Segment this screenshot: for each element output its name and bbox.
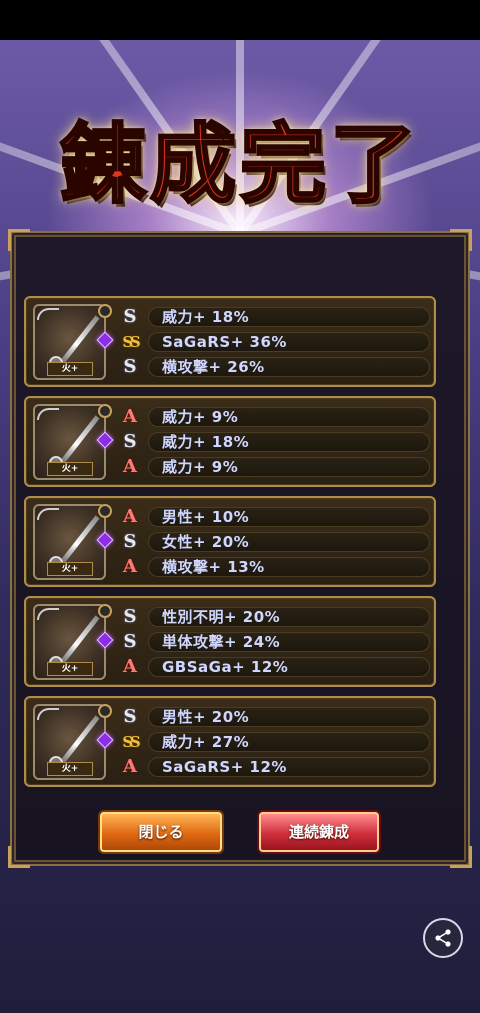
stat-label: 性別不明+ 20% xyxy=(162,608,281,626)
stat-row: SS 威力+ 27% xyxy=(118,731,430,753)
frame-corner xyxy=(450,846,472,868)
rank-s-icon: S xyxy=(123,606,137,627)
weapon-thumbnail: 火+ xyxy=(33,704,106,780)
weapon-thumbnail: 火+ xyxy=(33,304,106,380)
stat-label: 威力+ 18% xyxy=(162,433,250,451)
stat-row: S 女性+ 20% xyxy=(118,531,430,553)
stat-row: A 威力+ 9% xyxy=(118,406,430,428)
wing-ornament-icon xyxy=(37,408,59,420)
repeat-forge-button[interactable]: 連続錬成 xyxy=(259,812,379,852)
stat-row: S 横攻撃+ 26% xyxy=(118,356,430,378)
stat-label: 威力+ 9% xyxy=(162,458,239,476)
rank-badge-icon xyxy=(98,504,112,518)
wing-ornament-icon xyxy=(37,508,59,520)
stat-row: A 横攻撃+ 13% xyxy=(118,556,430,578)
stat-label: SaGaRS+ 12% xyxy=(162,758,287,776)
stat-label: 横攻撃+ 13% xyxy=(162,558,265,576)
status-bar xyxy=(0,0,480,40)
stat-row: S 性別不明+ 20% xyxy=(118,606,430,628)
rank-a-icon: A xyxy=(123,506,137,527)
frame-corner xyxy=(8,229,30,251)
stat-row: A SaGaRS+ 12% xyxy=(118,756,430,778)
weapon-result-card[interactable]: 火+ S 男性+ 20% SS 威力+ 27% A SaGaRS+ 12% xyxy=(24,696,436,787)
rank-badge-icon xyxy=(98,404,112,418)
stat-row: S 威力+ 18% xyxy=(118,431,430,453)
wing-ornament-icon xyxy=(37,608,59,620)
stat-row: S 単体攻撃+ 24% xyxy=(118,631,430,653)
rank-ss-icon: SS xyxy=(122,733,140,751)
weapon-result-card[interactable]: 火+ A 威力+ 9% S 威力+ 18% A 威力+ 9% xyxy=(24,396,436,487)
stat-label: 男性+ 20% xyxy=(162,708,250,726)
stat-row: S 男性+ 20% xyxy=(118,706,430,728)
weapon-thumbnail: 火+ xyxy=(33,404,106,480)
weapon-result-card[interactable]: 火+ S 性別不明+ 20% S 単体攻撃+ 24% A GBSaGa+ 12% xyxy=(24,596,436,687)
stat-label: 男性+ 10% xyxy=(162,508,250,526)
rank-badge-icon xyxy=(98,704,112,718)
rank-a-icon: A xyxy=(123,406,137,427)
rank-s-icon: S xyxy=(123,531,137,552)
element-tag: 火+ xyxy=(47,462,93,476)
weapon-thumbnail: 火+ xyxy=(33,604,106,680)
share-icon xyxy=(435,929,451,947)
rank-badge-icon xyxy=(98,304,112,318)
share-button[interactable] xyxy=(423,918,463,958)
stat-label: 威力+ 9% xyxy=(162,408,239,426)
rank-a-icon: A xyxy=(123,456,137,477)
rank-ss-icon: SS xyxy=(122,333,140,351)
rank-s-icon: S xyxy=(123,706,137,727)
element-tag: 火+ xyxy=(47,562,93,576)
result-title: 錬成完了 xyxy=(59,113,420,217)
stat-label: GBSaGa+ 12% xyxy=(162,658,289,676)
rank-a-icon: A xyxy=(123,556,137,577)
rank-a-icon: A xyxy=(123,656,137,677)
element-tag: 火+ xyxy=(47,362,93,376)
wing-ornament-icon xyxy=(37,308,59,320)
stat-row: S 威力+ 18% xyxy=(118,306,430,328)
element-tag: 火+ xyxy=(47,662,93,676)
rank-badge-icon xyxy=(98,604,112,618)
weapon-thumbnail: 火+ xyxy=(33,504,106,580)
stat-label: 横攻撃+ 26% xyxy=(162,358,265,376)
stat-label: 単体攻撃+ 24% xyxy=(162,633,281,651)
stat-row: A 男性+ 10% xyxy=(118,506,430,528)
stat-label: 威力+ 18% xyxy=(162,308,250,326)
stat-label: 女性+ 20% xyxy=(162,533,250,551)
rank-s-icon: S xyxy=(123,306,137,327)
rank-s-icon: S xyxy=(123,431,137,452)
wing-ornament-icon xyxy=(37,708,59,720)
stat-row: A GBSaGa+ 12% xyxy=(118,656,430,678)
close-button[interactable]: 閉じる xyxy=(100,812,222,852)
rank-s-icon: S xyxy=(123,631,137,652)
frame-corner xyxy=(450,229,472,251)
stat-row: A 威力+ 9% xyxy=(118,456,430,478)
weapon-result-card[interactable]: 火+ A 男性+ 10% S 女性+ 20% A 横攻撃+ 13% xyxy=(24,496,436,587)
element-tag: 火+ xyxy=(47,762,93,776)
stat-label: SaGaRS+ 36% xyxy=(162,333,287,351)
stat-row: SS SaGaRS+ 36% xyxy=(118,331,430,353)
rank-a-icon: A xyxy=(123,756,137,777)
weapon-result-card[interactable]: 火+ S 威力+ 18% SS SaGaRS+ 36% S 横攻撃+ 26% xyxy=(24,296,436,387)
rank-s-icon: S xyxy=(123,356,137,377)
stat-label: 威力+ 27% xyxy=(162,733,250,751)
frame-corner xyxy=(8,846,30,868)
